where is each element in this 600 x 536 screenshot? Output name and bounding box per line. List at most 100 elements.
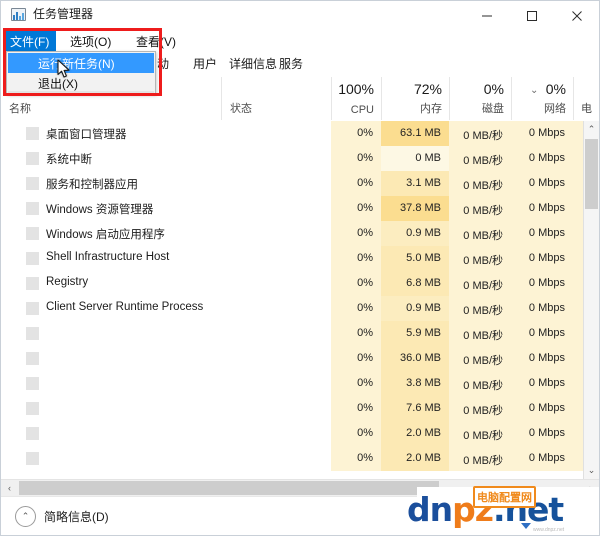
scroll-down-icon[interactable]: ⌄ bbox=[584, 462, 599, 479]
process-row[interactable]: 0% 5.9 MB 0 MB/秒 0 Mbps bbox=[1, 321, 583, 346]
cell-memory: 5.0 MB bbox=[406, 252, 441, 264]
column-header-memory[interactable]: 72% 内存 bbox=[381, 77, 449, 120]
cell-disk: 0 MB/秒 bbox=[463, 130, 503, 142]
process-row[interactable]: 0% 7.6 MB 0 MB/秒 0 Mbps bbox=[1, 396, 583, 421]
column-header-cpu[interactable]: 100% CPU bbox=[331, 77, 381, 120]
task-manager-icon bbox=[11, 7, 26, 22]
scroll-up-icon[interactable]: ⌃ bbox=[584, 121, 599, 138]
process-row[interactable]: Shell Infrastructure Host 0% 5.0 MB 0 MB/秒 0… bbox=[1, 246, 583, 271]
cell-cpu: 0% bbox=[357, 152, 373, 164]
fewer-details-button[interactable]: ⌃ 简略信息(D) bbox=[15, 506, 109, 527]
scroll-left-icon[interactable]: ‹ bbox=[1, 480, 18, 496]
column-header-disk[interactable]: 0% 磁盘 bbox=[449, 77, 511, 120]
column-header-network[interactable]: 0% 网络 bbox=[511, 77, 573, 120]
cell-disk: 0 MB/秒 bbox=[463, 155, 503, 167]
process-icon bbox=[26, 152, 39, 165]
cell-network: 0 Mbps bbox=[528, 127, 565, 139]
cell-cpu: 0% bbox=[357, 302, 373, 314]
column-label-name: 名称 bbox=[9, 103, 31, 115]
cell-network: 0 Mbps bbox=[528, 227, 565, 239]
cell-memory: 2.0 MB bbox=[406, 427, 441, 439]
cell-memory: 0.9 MB bbox=[406, 302, 441, 314]
title-bar: 任务管理器 bbox=[1, 1, 599, 31]
process-name: Registry bbox=[46, 276, 89, 288]
vertical-scrollbar[interactable]: ⌃ ⌄ bbox=[583, 121, 599, 479]
menu-options[interactable]: 选项(O) bbox=[63, 31, 118, 51]
process-icon bbox=[26, 327, 39, 340]
cell-disk: 0 MB/秒 bbox=[463, 305, 503, 317]
cell-disk: 0 MB/秒 bbox=[463, 255, 503, 267]
tab-1[interactable]: 用户 bbox=[187, 53, 223, 73]
cell-bg-power bbox=[573, 371, 583, 396]
column-label-power: 电 bbox=[581, 103, 592, 115]
process-icon bbox=[26, 202, 39, 215]
cell-bg-power bbox=[573, 221, 583, 246]
process-icon bbox=[26, 227, 39, 240]
column-usage-memory: 72% bbox=[413, 81, 442, 97]
process-name: Windows 启动应用程序 bbox=[46, 229, 165, 241]
cell-memory: 36.0 MB bbox=[400, 352, 441, 364]
cell-disk: 0 MB/秒 bbox=[463, 380, 503, 392]
cell-cpu: 0% bbox=[357, 377, 373, 389]
cell-network: 0 Mbps bbox=[528, 277, 565, 289]
process-row[interactable]: Client Server Runtime Process 0% 0.9 MB 0 M… bbox=[1, 296, 583, 321]
cell-cpu: 0% bbox=[357, 352, 373, 364]
dropdown-footer bbox=[8, 91, 154, 94]
process-row[interactable]: 0% 3.8 MB 0 MB/秒 0 Mbps bbox=[1, 371, 583, 396]
cell-memory: 6.8 MB bbox=[406, 277, 441, 289]
cell-cpu: 0% bbox=[357, 252, 373, 264]
watermark-triangle-icon bbox=[521, 523, 531, 529]
vertical-scrollbar-thumb[interactable] bbox=[585, 139, 598, 209]
cell-cpu: 0% bbox=[357, 177, 373, 189]
tab-3[interactable]: 服务 bbox=[273, 53, 309, 73]
cell-memory: 63.1 MB bbox=[400, 127, 441, 139]
process-row[interactable]: 0% 2.0 MB 0 MB/秒 0 Mbps bbox=[1, 421, 583, 446]
cell-cpu: 0% bbox=[357, 402, 373, 414]
process-name: Windows 资源管理器 bbox=[46, 204, 154, 216]
maximize-button[interactable] bbox=[509, 1, 554, 31]
column-header-power[interactable]: 电 bbox=[573, 77, 599, 120]
process-row[interactable]: Registry 0% 6.8 MB 0 MB/秒 0 Mbps bbox=[1, 271, 583, 296]
process-row[interactable]: 0% 2.0 MB 0 MB/秒 0 Mbps bbox=[1, 446, 583, 471]
process-row[interactable]: 系统中断 0% 0 MB 0 MB/秒 0 Mbps bbox=[1, 146, 583, 171]
cell-network: 0 Mbps bbox=[528, 427, 565, 439]
menu-item-run-new-task[interactable]: 运行新任务(N) bbox=[8, 53, 154, 73]
cell-bg-power bbox=[573, 296, 583, 321]
process-row[interactable]: Windows 资源管理器 0% 37.8 MB 0 MB/秒 0 Mbps bbox=[1, 196, 583, 221]
title-bar-left: 任务管理器 bbox=[11, 7, 93, 22]
close-button[interactable] bbox=[554, 1, 599, 31]
column-usage-network: 0% bbox=[545, 81, 566, 97]
process-name: 系统中断 bbox=[46, 154, 92, 166]
cell-bg-power bbox=[573, 421, 583, 446]
cell-memory: 2.0 MB bbox=[406, 452, 441, 464]
cell-memory: 3.8 MB bbox=[406, 377, 441, 389]
file-menu-dropdown: 运行新任务(N) 退出(X) bbox=[6, 51, 156, 95]
window-title: 任务管理器 bbox=[33, 7, 94, 21]
process-row[interactable]: 服务和控制器应用 0% 3.1 MB 0 MB/秒 0 Mbps bbox=[1, 171, 583, 196]
cell-cpu: 0% bbox=[357, 327, 373, 339]
process-icon bbox=[26, 352, 39, 365]
process-icon bbox=[26, 252, 39, 265]
menu-item-exit[interactable]: 退出(X) bbox=[8, 73, 154, 93]
mouse-cursor bbox=[57, 59, 70, 78]
cell-bg-power bbox=[573, 171, 583, 196]
process-icon bbox=[26, 302, 39, 315]
cell-memory: 0.9 MB bbox=[406, 227, 441, 239]
menu-view[interactable]: 查看(V) bbox=[129, 31, 183, 51]
watermark: dnpz.net 电脑配置网 www.dnpz.net bbox=[407, 486, 599, 535]
process-row[interactable]: 0% 36.0 MB 0 MB/秒 0 Mbps bbox=[1, 346, 583, 371]
process-row[interactable]: Windows 启动应用程序 0% 0.9 MB 0 MB/秒 0 Mbps bbox=[1, 221, 583, 246]
column-label-disk: 磁盘 bbox=[482, 103, 504, 115]
minimize-button[interactable] bbox=[464, 1, 509, 31]
fewer-details-label: 简略信息(D) bbox=[44, 510, 109, 524]
cell-cpu: 0% bbox=[357, 277, 373, 289]
menu-file[interactable]: 文件(F) bbox=[3, 31, 57, 51]
watermark-dn: dn bbox=[407, 490, 453, 529]
cell-disk: 0 MB/秒 bbox=[463, 180, 503, 192]
cell-bg-power bbox=[573, 146, 583, 171]
cell-bg-power bbox=[573, 346, 583, 371]
process-row[interactable]: 桌面窗口管理器 0% 63.1 MB 0 MB/秒 0 Mbps bbox=[1, 121, 583, 146]
horizontal-scrollbar-thumb[interactable] bbox=[19, 481, 439, 495]
process-icon bbox=[26, 452, 39, 465]
column-header-status[interactable]: 状态 bbox=[221, 77, 331, 120]
